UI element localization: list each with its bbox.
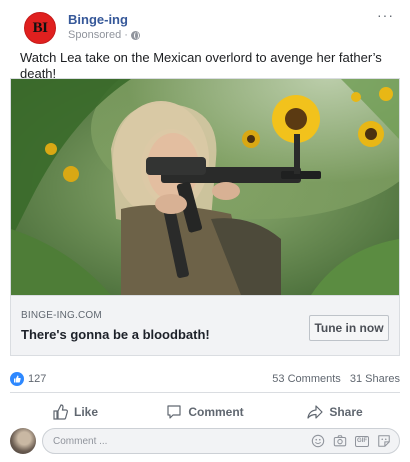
thumbs-up-icon [53,404,68,420]
like-label: Like [73,405,98,419]
share-label: Share [329,405,363,419]
comment-icon [167,405,181,419]
sticker-icon[interactable] [377,434,391,448]
comment-input[interactable] [53,433,253,449]
share-icon [307,405,323,419]
sponsored-post: BI Binge-ing Sponsored · ··· Watch Lea t… [0,0,410,462]
camera-icon[interactable] [333,434,347,448]
divider [10,392,400,393]
comment-row: GIF [10,428,400,454]
shares-count[interactable]: 31 Shares [350,373,400,385]
share-button[interactable]: Share [270,398,400,426]
comment-label: Comment [188,405,244,419]
card-image[interactable] [11,79,399,295]
comment-input-icons: GIF [311,434,391,448]
post-actions: Like Comment Share [10,398,400,426]
emoji-icon[interactable] [311,434,325,448]
page-avatar[interactable]: BI [24,12,56,44]
comments-count[interactable]: 53 Comments [272,373,340,385]
comment-box[interactable]: GIF [42,428,400,454]
reactions-bar: 127 53 Comments 31 Shares [10,370,400,388]
ad-photo [11,79,399,295]
avatar-initials: BI [32,19,48,36]
card-title[interactable]: There's gonna be a bloodbath! [21,327,210,342]
sponsored-line: Sponsored · [68,29,140,41]
sponsored-label[interactable]: Sponsored [68,29,121,41]
more-options-icon[interactable]: ··· [377,8,394,22]
like-reaction-icon[interactable] [10,372,24,386]
link-card[interactable]: BINGE-ING.COM There's gonna be a bloodba… [10,78,400,356]
card-domain: BINGE-ING.COM [21,310,102,321]
comment-button[interactable]: Comment [140,398,270,426]
post-header: BI Binge-ing Sponsored · ··· [10,8,400,44]
reaction-count[interactable]: 127 [28,373,46,385]
card-footer[interactable]: BINGE-ING.COM There's gonna be a bloodba… [11,295,399,355]
gif-icon[interactable]: GIF [355,435,369,447]
engagement-counts: 53 Comments 31 Shares [266,373,400,385]
tune-in-button[interactable]: Tune in now [309,315,389,341]
page-name-link[interactable]: Binge-ing [68,12,128,27]
user-avatar[interactable] [10,428,36,454]
globe-icon [130,30,140,40]
like-button[interactable]: Like [10,398,140,426]
